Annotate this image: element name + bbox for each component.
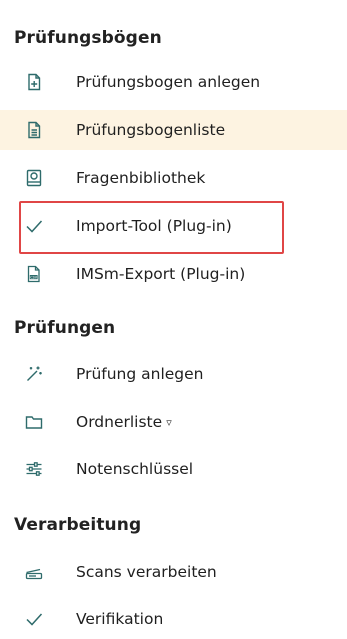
svg-text:CSV: CSV — [30, 275, 38, 279]
section-title-verarbeitung: Verarbeitung — [14, 515, 142, 535]
nav-item-notenschluessel[interactable]: Notenschlüssel — [0, 449, 347, 489]
nav-item-pruefung-anlegen[interactable]: Prüfung anlegen — [0, 354, 347, 394]
nav-item-label: Prüfungsbogenliste — [76, 121, 226, 139]
nav-item-pruefungsbogen-anlegen[interactable]: Prüfungsbogen anlegen — [0, 62, 347, 102]
nav-item-label: Prüfungsbogen anlegen — [76, 73, 261, 91]
nav-item-import-tool[interactable]: Import-Tool (Plug-in) — [0, 206, 347, 246]
nav-item-label: Import-Tool (Plug-in) — [76, 217, 232, 235]
book-icon — [25, 169, 43, 187]
nav-item-ordnerliste[interactable]: Ordnerliste ▿ — [0, 402, 347, 442]
nav-item-label: IMSm-Export (Plug-in) — [76, 265, 246, 283]
section-title-pruefungsboegen: Prüfungsbögen — [14, 28, 162, 48]
csv-file-icon: CSV — [25, 265, 43, 283]
magic-wand-icon — [25, 365, 43, 383]
nav-item-label: Scans verarbeiten — [76, 563, 217, 581]
checkmark-icon — [25, 217, 43, 235]
scanner-icon — [25, 563, 43, 581]
nav-item-fragenbibliothek[interactable]: Fragenbibliothek — [0, 158, 347, 198]
chevron-down-icon[interactable]: ▿ — [166, 416, 172, 429]
nav-item-scans-verarbeiten[interactable]: Scans verarbeiten — [0, 552, 347, 592]
section-title-pruefungen: Prüfungen — [14, 318, 116, 338]
nav-item-imsm-export[interactable]: CSV IMSm-Export (Plug-in) — [0, 254, 347, 294]
checkmark-icon — [25, 610, 43, 628]
nav-item-label: Fragenbibliothek — [76, 169, 206, 187]
sliders-icon — [25, 460, 43, 478]
sidebar-nav: Prüfungsbögen Prüfungsbogen anlegen Prüf… — [0, 0, 347, 639]
nav-item-label: Notenschlüssel — [76, 460, 194, 478]
document-list-icon — [25, 121, 43, 139]
nav-item-label: Prüfung anlegen — [76, 365, 204, 383]
nav-item-label: Verifikation — [76, 610, 164, 628]
nav-item-verifikation[interactable]: Verifikation — [0, 599, 347, 639]
file-plus-icon — [25, 73, 43, 91]
folder-icon — [25, 413, 43, 431]
nav-item-label: Ordnerliste ▿ — [76, 413, 172, 431]
nav-item-pruefungsbogenliste[interactable]: Prüfungsbogenliste — [0, 110, 347, 150]
